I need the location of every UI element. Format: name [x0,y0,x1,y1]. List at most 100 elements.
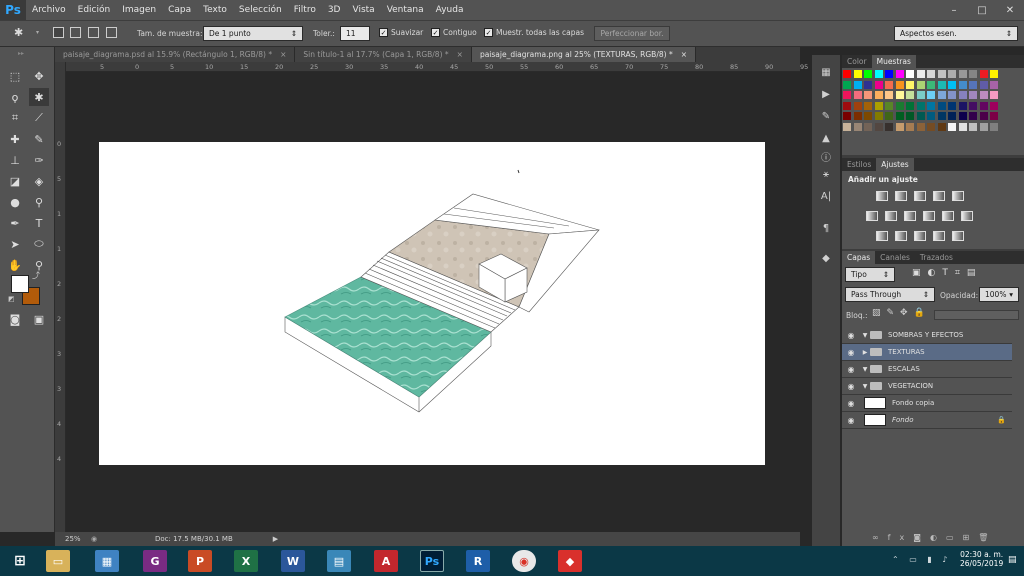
maximize-button[interactable]: □ [968,0,996,20]
color-swatch[interactable] [937,112,946,120]
status-menu-icon[interactable]: ◉ [91,535,105,543]
type-tool-icon[interactable]: T [29,214,49,232]
tolerance-input[interactable]: 11 [340,26,370,41]
layer-row-selected[interactable]: ◉ ▶ TEXTURAS [842,344,1012,361]
autocad-icon[interactable]: A [374,550,398,572]
color-swatch[interactable] [937,70,946,78]
layer-actions-icons[interactable]: ∞fx◙◐▭⊞🗑 [872,533,997,542]
color-swatch[interactable] [885,122,893,131]
expand-icon[interactable]: ▼ [860,383,870,390]
color-swatch[interactable] [979,80,988,89]
dodge-tool-icon[interactable]: ⚲ [29,193,49,211]
blur-tool-icon[interactable]: ● [5,193,25,211]
calculator-icon[interactable]: ▦ [95,550,119,572]
layer-row[interactable]: ◉ ▼ SOMBRAS Y EFECTOS [842,327,1012,344]
color-swatch[interactable] [916,70,925,78]
color-swatch[interactable] [916,112,925,120]
color-swatch[interactable] [958,112,967,120]
levels-icon[interactable]: ▲ [819,133,833,147]
brush-tool-icon[interactable]: ✎ [29,130,49,148]
lock-icons[interactable]: ▧✎✥🔒 [872,308,931,318]
layer-row[interactable]: ◉ ▼ ESCALAS [842,361,1012,378]
tab-styles[interactable]: Estilos [842,158,876,171]
color-swatch[interactable] [843,91,851,99]
menu-edicion[interactable]: Edición [72,0,117,20]
invert-icon[interactable] [876,231,888,241]
color-swatch[interactable] [843,80,851,89]
color-balance-icon[interactable] [885,211,897,221]
color-swatch[interactable] [874,101,883,110]
color-swatch[interactable] [906,80,914,89]
color-swatch[interactable] [937,101,946,110]
eye-icon[interactable]: ◉ [842,348,860,357]
color-swatch[interactable] [864,101,872,110]
crop-tool-icon[interactable]: ⌗ [5,109,25,127]
color-swatch[interactable] [990,80,998,89]
color-swatch[interactable] [969,101,977,110]
close-icon[interactable]: × [457,50,463,59]
levels-adj-icon[interactable] [895,191,907,201]
default-colors-icon[interactable]: ◩ [8,295,15,303]
layer-row[interactable]: ◉ Fondo 🔒 [842,412,1012,429]
color-swatch[interactable] [895,80,904,89]
color-swatch[interactable] [843,101,851,110]
color-swatch[interactable] [885,70,893,78]
color-swatch[interactable] [864,91,872,99]
expand-icon[interactable]: ▼ [860,366,870,373]
refine-edge-button[interactable]: Perfeccionar bor. [594,26,670,41]
layer-row[interactable]: ◉ ▼ VEGETACION [842,378,1012,395]
color-swatch[interactable] [969,91,977,99]
color-swatch[interactable] [885,91,893,99]
marquee-tool-icon[interactable]: ⬚ [5,67,25,85]
3d-icon[interactable]: ◆ [819,253,833,267]
clock[interactable]: 02:30 a. m. 26/05/2019 [960,550,1003,568]
color-swatch[interactable] [979,91,988,99]
magic-wand-tool-icon[interactable]: ✱ [14,26,23,39]
eye-icon[interactable]: ◉ [842,382,860,391]
menu-texto[interactable]: Texto [197,0,233,20]
screen-mode-icon[interactable]: ▣ [29,310,49,328]
photoshop-taskbar-icon[interactable]: Ps [420,550,444,572]
smooth-checkbox[interactable]: ✓ Suavizar [379,28,423,37]
color-swatch[interactable] [853,122,862,131]
color-swatch[interactable] [948,80,956,89]
eye-icon[interactable]: ◉ [842,331,860,340]
new-selection-icon[interactable] [53,27,64,38]
magic-wand-tool-icon[interactable]: ✱ [29,88,49,106]
close-icon[interactable]: × [280,50,286,59]
color-swatch[interactable] [853,70,862,78]
menu-imagen[interactable]: Imagen [116,0,162,20]
eraser-tool-icon[interactable]: ◪ [5,172,25,190]
color-swatch[interactable] [927,112,935,120]
notifications-icon[interactable]: ▤ [1008,555,1017,565]
tab-color[interactable]: Color [842,55,872,68]
expand-icon[interactable]: ▼ [860,332,870,339]
color-swatch[interactable] [895,101,904,110]
fill-input[interactable] [934,310,1019,320]
color-swatch[interactable] [927,80,935,89]
color-swatch[interactable] [990,91,998,99]
eye-icon[interactable]: ◉ [842,365,860,374]
foreground-color-swatch[interactable] [11,275,29,293]
tab-channels[interactable]: Canales [875,251,915,264]
color-swatch[interactable] [885,80,893,89]
play-icon[interactable]: ▶ [819,89,833,103]
color-swatch[interactable] [969,80,977,89]
layer-filter-icons[interactable]: ▣◐T⌗▤ [912,268,982,278]
exposure-icon[interactable] [933,191,945,201]
color-swatch[interactable] [958,70,967,78]
tab-document-2[interactable]: Sin título-1 al 17.7% (Capa 1, RGB/8) * × [295,47,472,62]
color-swatch[interactable] [895,91,904,99]
tab-paths[interactable]: Trazados [915,251,958,264]
color-swatch[interactable] [906,91,914,99]
menu-3d[interactable]: 3D [322,0,347,20]
chrome-icon[interactable]: ◉ [512,550,536,572]
file-explorer-icon[interactable]: ▭ [46,550,70,572]
add-selection-icon[interactable] [70,27,81,38]
layer-row[interactable]: ◉ Fondo copia [842,395,1012,412]
panel-collapse-icon[interactable]: ▸▸ [18,50,24,57]
color-swatch[interactable] [927,91,935,99]
color-swatch[interactable] [990,112,998,120]
color-swatch[interactable] [979,70,988,78]
brightness-icon[interactable] [876,191,888,201]
